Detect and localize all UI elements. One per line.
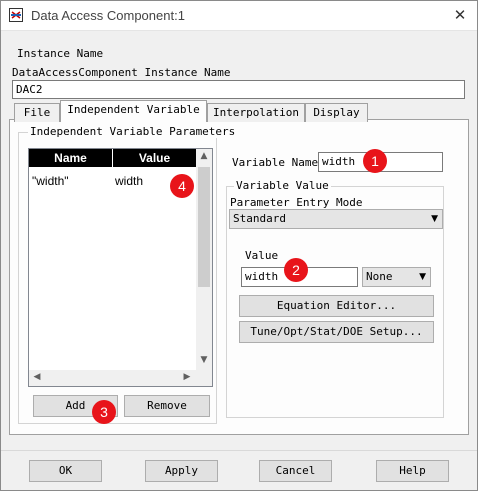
marker-badge-4: 4 [170, 174, 194, 198]
scroll-thumb[interactable] [198, 167, 210, 287]
parameter-entry-mode-label: Parameter Entry Mode [230, 196, 363, 209]
footer-separator [0, 450, 478, 451]
variable-value-group-label: Variable Value [234, 179, 331, 192]
row-value-cell: width [115, 174, 144, 188]
instance-name-input[interactable]: DAC2 [12, 80, 465, 99]
scroll-right-icon[interactable]: ▶ [179, 372, 195, 382]
apply-button[interactable]: Apply [145, 460, 218, 482]
ok-button[interactable]: OK [29, 460, 102, 482]
component-icon [9, 8, 23, 22]
chevron-down-icon: ▼ [419, 272, 426, 282]
scroll-up-icon[interactable]: ▲ [196, 151, 212, 161]
column-header-value[interactable]: Value [113, 149, 196, 167]
variable-name-label: Variable Name [232, 156, 319, 169]
parameter-entry-mode-value: Standard [233, 212, 286, 225]
window-title: Data Access Component:1 [31, 8, 185, 23]
scroll-corner [196, 370, 212, 386]
tab-independent-variable[interactable]: Independent Variable [60, 100, 207, 122]
tune-opt-stat-doe-setup-button[interactable]: Tune/Opt/Stat/DOE Setup... [239, 321, 434, 343]
marker-badge-2: 2 [284, 258, 308, 282]
vertical-scrollbar[interactable]: ▲ ▼ [196, 149, 212, 370]
scroll-down-icon[interactable]: ▼ [196, 355, 212, 365]
instance-name-heading: Instance Name [17, 47, 104, 60]
cancel-button[interactable]: Cancel [259, 460, 332, 482]
marker-badge-1: 1 [363, 149, 387, 173]
value-label: Value [245, 249, 279, 262]
close-icon[interactable]: ✕ [446, 5, 474, 25]
equation-editor-button[interactable]: Equation Editor... [239, 295, 434, 317]
scroll-left-icon[interactable]: ◀ [29, 372, 45, 382]
row-name-cell: "width" [32, 174, 69, 188]
tab-file[interactable]: File [14, 103, 60, 122]
tab-display[interactable]: Display [305, 103, 368, 122]
marker-badge-3: 3 [92, 400, 116, 424]
help-button[interactable]: Help [376, 460, 449, 482]
parameter-entry-mode-select[interactable]: Standard ▼ [229, 209, 443, 229]
unit-select[interactable]: None ▼ [362, 267, 431, 287]
instance-name-field-label: DataAccessComponent Instance Name [12, 66, 231, 79]
remove-button[interactable]: Remove [124, 395, 210, 417]
group-label: Independent Variable Parameters [28, 125, 238, 138]
tab-interpolation[interactable]: Interpolation [207, 103, 305, 122]
column-header-name[interactable]: Name [29, 149, 113, 167]
chevron-down-icon: ▼ [431, 214, 438, 224]
unit-value: None [366, 270, 393, 283]
horizontal-scrollbar[interactable]: ◀ ▶ [29, 370, 196, 386]
